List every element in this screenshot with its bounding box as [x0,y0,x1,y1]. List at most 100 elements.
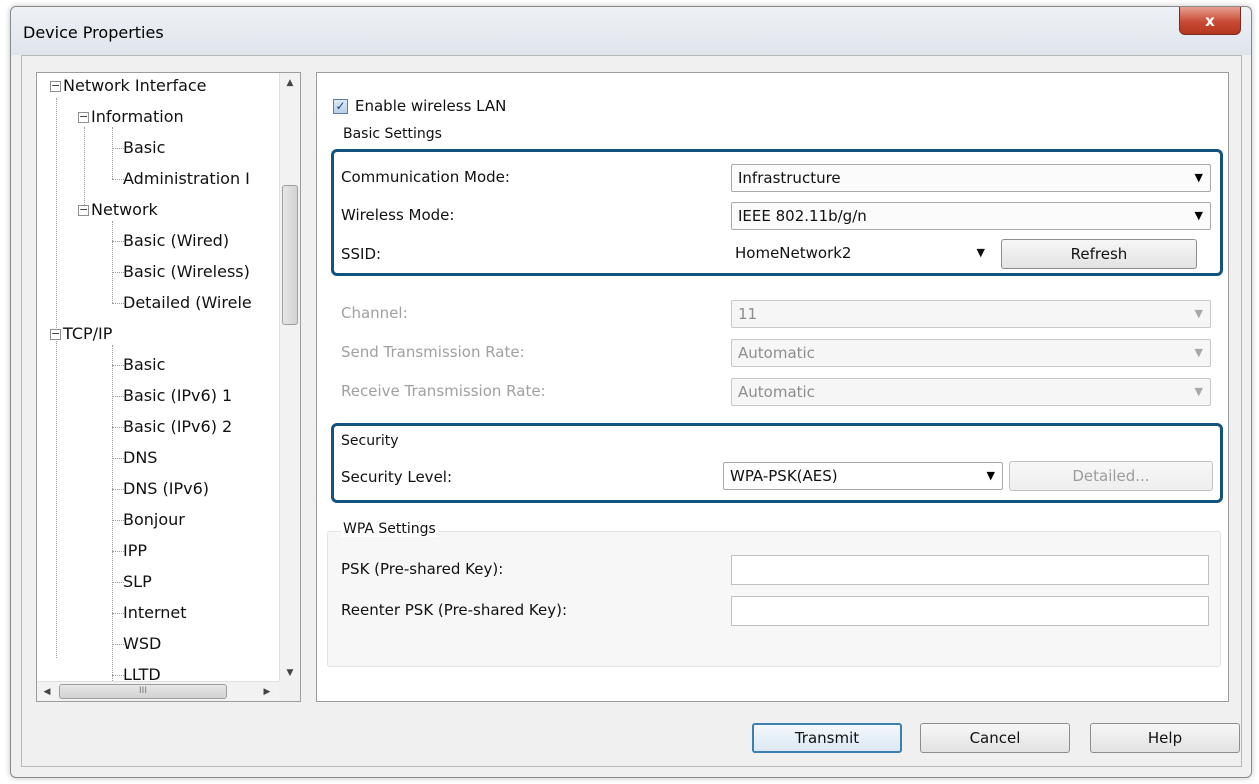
psk-input[interactable] [731,555,1209,585]
tree-connector-line [112,396,124,397]
tree-connector-line [112,644,124,645]
security-heading: Security [341,433,399,449]
ssid-value: HomeNetwork2 [735,244,852,262]
tree-item-basic-wired[interactable]: Basic (Wired) [123,229,229,253]
device-properties-window: Device Properties x Network Interface − In… [10,6,1252,778]
scroll-up-icon[interactable]: ▲ [280,73,300,93]
tree-item-dns-ipv6[interactable]: DNS (IPv6) [123,477,209,501]
detailed-button[interactable]: Detailed... [1009,461,1213,491]
tree-item-detailed-wireless[interactable]: Detailed (Wirele [123,291,252,315]
channel-select[interactable]: 11 ▼ [731,300,1211,328]
scrollbar-corner [279,681,300,701]
tree-item-ipp[interactable]: IPP [123,539,147,563]
cancel-button[interactable]: Cancel [920,723,1070,753]
chevron-down-icon: ▼ [1194,307,1203,320]
window-title: Device Properties [23,23,164,42]
ssid-label: SSID: [341,245,382,263]
tree-content: Network Interface − Information − Basic Admin… [37,73,279,685]
tree-item-tcpip-basic[interactable]: Basic [123,353,165,377]
tree-item-wsd[interactable]: WSD [123,632,161,656]
tree-connector-line [112,127,113,179]
basic-settings-heading: Basic Settings [343,126,442,142]
tree-connector-line [112,427,124,428]
tree-connector-line [112,489,124,490]
tree-horizontal-scrollbar[interactable]: ◀ III ▶ [37,681,279,701]
scroll-grip-icon: III [139,686,147,696]
receive-rate-value: Automatic [738,383,815,401]
tree-connector-line [112,365,124,366]
tree-item-slp[interactable]: SLP [123,570,152,594]
transmit-button[interactable]: Transmit [752,723,902,753]
tree-connector-line [112,551,124,552]
tree-item-internet[interactable]: Internet [123,601,187,625]
scroll-down-icon[interactable]: ▼ [280,663,300,683]
tree-item-administration[interactable]: Administration I [123,167,250,191]
receive-rate-select[interactable]: Automatic ▼ [731,378,1211,406]
tree-connector-line [84,127,85,209]
tree-vertical-scrollbar[interactable]: ▲ ▼ [279,73,300,683]
dialog-client-area: Network Interface − Information − Basic Admin… [21,55,1242,767]
reenter-psk-input[interactable] [731,596,1209,626]
help-button[interactable]: Help [1090,723,1240,753]
tree-connector-line [112,675,124,676]
enable-wireless-checkbox[interactable]: ✓ [333,99,348,114]
channel-value: 11 [738,305,758,323]
ssid-combo[interactable]: HomeNetwork2 ▼ [731,240,993,268]
security-level-select[interactable]: WPA-PSK(AES) ▼ [723,462,1003,490]
collapse-icon[interactable]: − [78,111,89,123]
tree-connector-line [112,582,124,583]
channel-label: Channel: [341,304,408,322]
psk-label: PSK (Pre-shared Key): [341,560,504,578]
refresh-button[interactable]: Refresh [1001,239,1197,269]
tree-connector-line [56,98,57,658]
tree-connector-line [112,148,124,149]
collapse-icon[interactable]: − [78,204,89,216]
communication-mode-value: Infrastructure [738,169,841,187]
wireless-mode-label: Wireless Mode: [341,206,455,224]
chevron-down-icon: ▼ [976,246,985,259]
wireless-settings-panel: ✓ Enable wireless LAN Basic Settings Com… [316,72,1229,702]
enable-wireless-label: Enable wireless LAN [355,97,507,115]
tree-item-network[interactable]: Network [91,198,158,222]
communication-mode-select[interactable]: Infrastructure ▼ [731,164,1211,192]
chevron-down-icon: ▼ [986,469,995,482]
tree-item-network-interface[interactable]: Network Interface [63,74,207,98]
communication-mode-label: Communication Mode: [341,168,510,186]
collapse-icon[interactable]: − [50,328,61,340]
receive-rate-label: Receive Transmission Rate: [341,382,546,400]
tree-connector-line [112,272,124,273]
tree-item-basic-ipv6-2[interactable]: Basic (IPv6) 2 [123,415,232,439]
close-button[interactable]: x [1179,7,1241,35]
tree-item-basic-wireless[interactable]: Basic (Wireless) [123,260,250,284]
tree-item-dns[interactable]: DNS [123,446,157,470]
close-icon: x [1205,11,1215,30]
scroll-thumb[interactable] [282,185,298,325]
send-rate-label: Send Transmission Rate: [341,343,525,361]
wireless-mode-value: IEEE 802.11b/g/n [738,207,867,225]
collapse-icon[interactable]: − [50,80,61,92]
tree-connector-line [112,303,124,304]
settings-tree: Network Interface − Information − Basic Admin… [36,72,301,702]
tree-connector-line [112,458,124,459]
tree-connector-line [112,221,113,303]
tree-item-basic[interactable]: Basic [123,136,165,160]
security-level-value: WPA-PSK(AES) [730,467,838,485]
send-rate-select[interactable]: Automatic ▼ [731,339,1211,367]
send-rate-value: Automatic [738,344,815,362]
tree-item-tcpip[interactable]: TCP/IP [63,322,112,346]
tree-connector-line [112,520,124,521]
chevron-down-icon: ▼ [1194,385,1203,398]
tree-connector-line [112,613,124,614]
scroll-right-icon[interactable]: ▶ [257,682,277,701]
scroll-left-icon[interactable]: ◀ [37,682,57,701]
wpa-settings-heading: WPA Settings [341,521,438,537]
tree-connector-line [112,241,124,242]
tree-connector-line [112,179,124,180]
title-bar[interactable]: Device Properties x [11,7,1251,55]
chevron-down-icon: ▼ [1194,171,1203,184]
scroll-thumb[interactable]: III [59,684,227,699]
wireless-mode-select[interactable]: IEEE 802.11b/g/n ▼ [731,202,1211,230]
tree-item-bonjour[interactable]: Bonjour [123,508,185,532]
tree-item-information[interactable]: Information [91,105,184,129]
tree-item-basic-ipv6-1[interactable]: Basic (IPv6) 1 [123,384,232,408]
